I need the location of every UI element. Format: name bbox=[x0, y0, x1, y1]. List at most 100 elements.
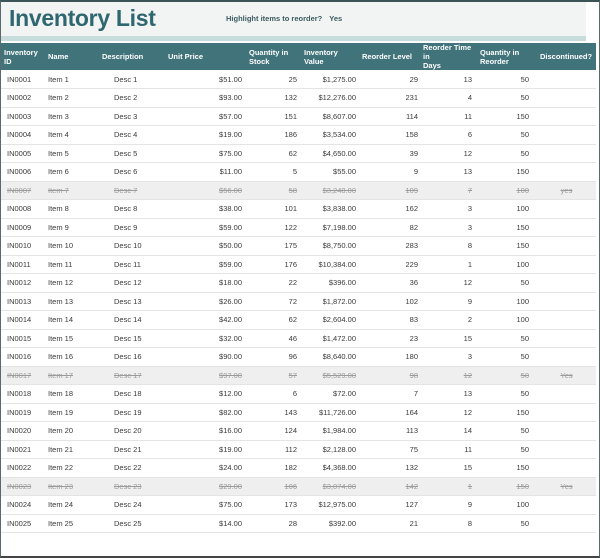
cell-inventory-value[interactable]: $8,607.00 bbox=[301, 107, 359, 126]
cell-inventory-value[interactable]: $1,872.00 bbox=[301, 292, 359, 311]
cell-inventory-value[interactable]: $3,534.00 bbox=[301, 125, 359, 145]
cell-quantity-in-stock[interactable]: 25 bbox=[246, 70, 301, 89]
cell-name[interactable]: Item 6 bbox=[45, 162, 99, 182]
cell-quantity-in-reorder[interactable]: 50 bbox=[477, 421, 537, 441]
cell-inventory-id[interactable]: IN0006 bbox=[1, 162, 45, 182]
cell-name[interactable]: Item 10 bbox=[45, 236, 99, 256]
cell-inventory-value[interactable]: $3,248.00 bbox=[301, 181, 359, 200]
cell-reorder-time-in-days[interactable]: 12 bbox=[420, 366, 477, 385]
cell-quantity-in-reorder[interactable]: 50 bbox=[477, 384, 537, 404]
cell-description[interactable]: Desc 9 bbox=[99, 218, 165, 237]
cell-inventory-value[interactable]: $1,275.00 bbox=[301, 70, 359, 89]
cell-name[interactable]: Item 5 bbox=[45, 144, 99, 163]
cell-inventory-id[interactable]: IN0008 bbox=[1, 199, 45, 219]
cell-quantity-in-reorder[interactable]: 50 bbox=[477, 347, 537, 367]
cell-reorder-time-in-days[interactable]: 13 bbox=[420, 70, 477, 89]
cell-inventory-id[interactable]: IN0014 bbox=[1, 310, 45, 330]
cell-inventory-id[interactable]: IN0015 bbox=[1, 329, 45, 348]
cell-inventory-value[interactable]: $392.00 bbox=[301, 514, 359, 533]
cell-reorder-level[interactable]: 229 bbox=[359, 255, 420, 274]
cell-reorder-level[interactable]: 158 bbox=[359, 125, 420, 145]
cell-inventory-id[interactable]: IN0013 bbox=[1, 292, 45, 311]
cell-name[interactable]: Item 20 bbox=[45, 421, 99, 441]
cell-discontinued[interactable] bbox=[537, 347, 596, 367]
cell-reorder-level[interactable]: 180 bbox=[359, 347, 420, 367]
cell-unit-price[interactable]: $19.00 bbox=[165, 440, 246, 459]
cell-name[interactable]: Item 4 bbox=[45, 125, 99, 145]
cell-inventory-value[interactable]: $10,384.00 bbox=[301, 255, 359, 274]
cell-quantity-in-reorder[interactable]: 150 bbox=[477, 107, 537, 126]
cell-discontinued[interactable] bbox=[537, 458, 596, 478]
cell-description[interactable]: Desc 17 bbox=[99, 366, 165, 385]
cell-description[interactable]: Desc 18 bbox=[99, 384, 165, 404]
cell-unit-price[interactable]: $16.00 bbox=[165, 421, 246, 441]
cell-quantity-in-stock[interactable]: 186 bbox=[246, 125, 301, 145]
cell-reorder-level[interactable]: 23 bbox=[359, 329, 420, 348]
cell-discontinued[interactable]: Yes bbox=[537, 477, 596, 496]
cell-quantity-in-reorder[interactable]: 150 bbox=[477, 236, 537, 256]
cell-name[interactable]: Item 11 bbox=[45, 255, 99, 274]
cell-name[interactable]: Item 2 bbox=[45, 88, 99, 108]
cell-discontinued[interactable] bbox=[537, 273, 596, 293]
cell-quantity-in-stock[interactable]: 173 bbox=[246, 495, 301, 515]
cell-unit-price[interactable]: $24.00 bbox=[165, 458, 246, 478]
cell-reorder-level[interactable]: 113 bbox=[359, 421, 420, 441]
cell-unit-price[interactable]: $75.00 bbox=[165, 495, 246, 515]
cell-quantity-in-stock[interactable]: 96 bbox=[246, 347, 301, 367]
cell-quantity-in-reorder[interactable]: 100 bbox=[477, 181, 537, 200]
cell-reorder-level[interactable]: 21 bbox=[359, 514, 420, 533]
cell-quantity-in-stock[interactable]: 62 bbox=[246, 310, 301, 330]
cell-quantity-in-reorder[interactable]: 100 bbox=[477, 310, 537, 330]
cell-inventory-id[interactable]: IN0011 bbox=[1, 255, 45, 274]
cell-quantity-in-reorder[interactable]: 100 bbox=[477, 495, 537, 515]
cell-discontinued[interactable] bbox=[537, 384, 596, 404]
cell-quantity-in-stock[interactable]: 5 bbox=[246, 162, 301, 182]
cell-description[interactable]: Desc 6 bbox=[99, 162, 165, 182]
cell-discontinued[interactable]: Yes bbox=[537, 366, 596, 385]
cell-unit-price[interactable]: $12.00 bbox=[165, 384, 246, 404]
cell-discontinued[interactable] bbox=[537, 403, 596, 422]
cell-inventory-id[interactable]: IN0004 bbox=[1, 125, 45, 145]
cell-reorder-level[interactable]: 127 bbox=[359, 495, 420, 515]
cell-reorder-level[interactable]: 283 bbox=[359, 236, 420, 256]
cell-inventory-value[interactable]: $5,529.00 bbox=[301, 366, 359, 385]
cell-unit-price[interactable]: $18.00 bbox=[165, 273, 246, 293]
cell-inventory-value[interactable]: $396.00 bbox=[301, 273, 359, 293]
cell-discontinued[interactable] bbox=[537, 70, 596, 89]
cell-description[interactable]: Desc 1 bbox=[99, 70, 165, 89]
cell-quantity-in-stock[interactable]: 143 bbox=[246, 403, 301, 422]
cell-inventory-id[interactable]: IN0016 bbox=[1, 347, 45, 367]
cell-discontinued[interactable] bbox=[537, 162, 596, 182]
cell-quantity-in-reorder[interactable]: 50 bbox=[477, 125, 537, 145]
cell-quantity-in-reorder[interactable]: 50 bbox=[477, 273, 537, 293]
cell-reorder-level[interactable]: 39 bbox=[359, 144, 420, 163]
cell-quantity-in-reorder[interactable]: 50 bbox=[477, 144, 537, 163]
cell-discontinued[interactable] bbox=[537, 329, 596, 348]
cell-reorder-time-in-days[interactable]: 3 bbox=[420, 199, 477, 219]
cell-quantity-in-reorder[interactable]: 150 bbox=[477, 477, 537, 496]
cell-reorder-level[interactable]: 82 bbox=[359, 218, 420, 237]
cell-quantity-in-reorder[interactable]: 100 bbox=[477, 292, 537, 311]
cell-quantity-in-stock[interactable]: 46 bbox=[246, 329, 301, 348]
cell-reorder-time-in-days[interactable]: 13 bbox=[420, 384, 477, 404]
cell-discontinued[interactable]: yes bbox=[537, 181, 596, 200]
cell-description[interactable]: Desc 14 bbox=[99, 310, 165, 330]
cell-discontinued[interactable] bbox=[537, 255, 596, 274]
cell-quantity-in-reorder[interactable]: 150 bbox=[477, 162, 537, 182]
cell-inventory-value[interactable]: $72.00 bbox=[301, 384, 359, 404]
cell-name[interactable]: Item 7 bbox=[45, 181, 99, 200]
cell-reorder-level[interactable]: 162 bbox=[359, 199, 420, 219]
cell-reorder-level[interactable]: 7 bbox=[359, 384, 420, 404]
cell-quantity-in-stock[interactable]: 151 bbox=[246, 107, 301, 126]
cell-inventory-id[interactable]: IN0012 bbox=[1, 273, 45, 293]
cell-reorder-time-in-days[interactable]: 9 bbox=[420, 292, 477, 311]
cell-inventory-value[interactable]: $12,975.00 bbox=[301, 495, 359, 515]
cell-name[interactable]: Item 18 bbox=[45, 384, 99, 404]
cell-inventory-id[interactable]: IN0001 bbox=[1, 70, 45, 89]
cell-unit-price[interactable]: $42.00 bbox=[165, 310, 246, 330]
cell-name[interactable]: Item 1 bbox=[45, 70, 99, 89]
cell-inventory-value[interactable]: $11,726.00 bbox=[301, 403, 359, 422]
cell-description[interactable]: Desc 25 bbox=[99, 514, 165, 533]
cell-inventory-id[interactable]: IN0009 bbox=[1, 218, 45, 237]
cell-name[interactable]: Item 19 bbox=[45, 403, 99, 422]
